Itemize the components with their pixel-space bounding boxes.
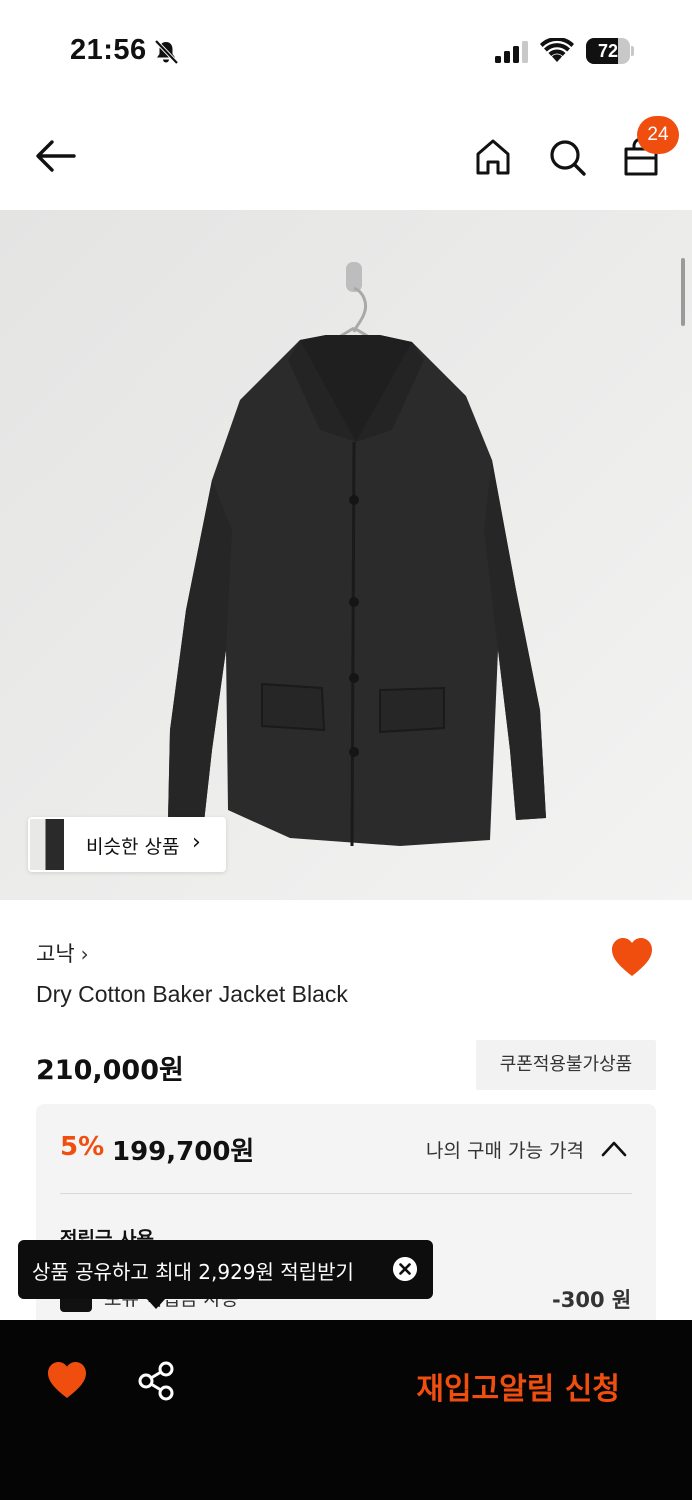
battery-body: 72 [586,38,630,64]
product-photo-jacket [0,210,692,900]
close-icon[interactable] [393,1257,417,1281]
search-icon[interactable] [546,136,588,178]
home-icon[interactable] [472,136,514,178]
my-price-toggle[interactable]: 나의 구매 가능 가격 [426,1136,584,1163]
share-icon[interactable] [136,1360,178,1402]
discount-rate: 5% [60,1132,105,1162]
product-name: Dry Cotton Baker Jacket Black [36,981,348,1007]
brand-name: 고낙 [36,942,75,966]
wifi-icon [540,38,574,62]
similar-products-button[interactable]: 비슷한 상품 › [28,817,226,872]
battery-icon: 72 [586,38,634,64]
restock-alert-label: 재입고알림 신청 [416,1372,620,1407]
chevron-up-icon[interactable] [601,1139,627,1157]
heart-icon[interactable] [610,936,654,978]
signal-icon [495,41,528,63]
discount-panel: 5% 199,700원 나의 구매 가능 가격 적립금 사용 보유 적립금 사용… [36,1104,656,1334]
chevron-right-icon: › [80,942,89,966]
status-bar: 21:56 72 [0,0,692,100]
coupon-unavailable-badge: 쿠폰적용불가상품 [476,1040,656,1090]
similar-products-label: 비슷한 상품 [86,836,180,858]
product-photo[interactable] [0,210,692,900]
product-price: 210,000원 [36,1055,184,1086]
bottom-action-bar: 재입고알림 신청 [0,1320,692,1500]
restock-alert-button[interactable]: 재입고알림 신청 [380,1344,662,1416]
status-time: 21:56 [70,34,147,66]
discount-price: 199,700원 [112,1137,255,1167]
bell-slash-icon [154,39,179,65]
share-reward-text: 상품 공유하고 최대 2,929원 적립받기 [32,1260,354,1284]
panel-divider [60,1193,632,1194]
chevron-right-icon: › [192,830,201,855]
heart-icon[interactable] [46,1360,88,1400]
points-value: -300 원 [552,1288,632,1312]
image-scroll-indicator [681,258,685,326]
similar-thumbnail [30,819,64,870]
battery-tip [631,46,634,56]
cart-count-badge: 24 [637,116,679,154]
nav-bar [0,100,692,210]
brand-link[interactable]: 고낙 › [36,938,89,968]
arrow-left-icon[interactable] [30,136,82,176]
battery-level: 72 [597,41,619,61]
tooltip-arrow [146,1298,166,1309]
share-reward-tooltip: 상품 공유하고 최대 2,929원 적립받기 [18,1240,433,1299]
